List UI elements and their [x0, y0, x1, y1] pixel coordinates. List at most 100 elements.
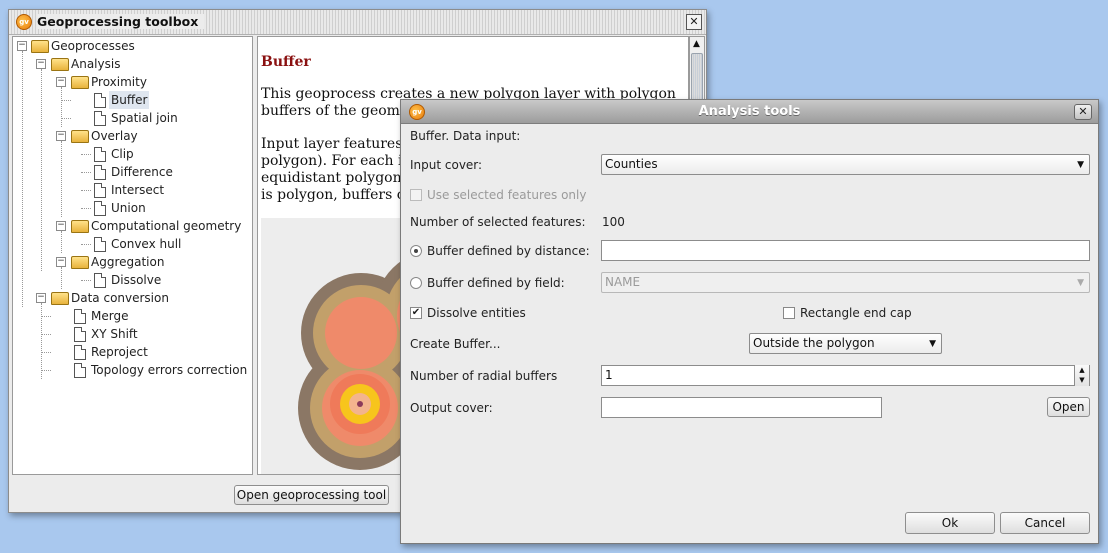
buffer-distance-input[interactable]: [601, 240, 1090, 261]
tree-node-difference[interactable]: Difference: [13, 163, 248, 181]
use-selected-label: Use selected features only: [427, 188, 587, 202]
help-paragraph-line: Input layer features c: [261, 136, 415, 152]
ok-button[interactable]: Ok: [905, 512, 995, 534]
input-cover-value: Counties: [605, 157, 658, 171]
open-output-button[interactable]: Open: [1047, 397, 1090, 417]
use-selected-checkbox[interactable]: [410, 189, 422, 201]
tree-label: Proximity: [91, 75, 147, 89]
radial-buffers-spinner[interactable]: 1 ▲ ▼: [601, 365, 1090, 386]
tree-node-reproject[interactable]: Reproject: [13, 343, 248, 361]
tree-node-xy-shift[interactable]: XY Shift: [13, 325, 248, 343]
collapse-toggle-icon[interactable]: −: [17, 41, 27, 51]
dissolve-entities-label: Dissolve entities: [427, 306, 526, 320]
chevron-down-icon: ▼: [1077, 278, 1084, 288]
tree-node-geoprocesses[interactable]: − Geoprocesses: [13, 37, 248, 55]
tree-node-overlay[interactable]: − Overlay: [13, 127, 248, 145]
collapse-toggle-icon[interactable]: −: [56, 257, 66, 267]
cancel-button[interactable]: Cancel: [1000, 512, 1090, 534]
buffer-field-select[interactable]: NAME ▼: [601, 272, 1090, 293]
tree-label: Geoprocesses: [51, 39, 135, 53]
collapse-toggle-icon[interactable]: −: [56, 131, 66, 141]
tree-label: Union: [111, 201, 146, 215]
spinner-down-arrow-icon[interactable]: ▼: [1075, 375, 1089, 385]
rectangle-end-cap-label: Rectangle end cap: [800, 306, 912, 320]
folder-open-icon: [71, 76, 89, 89]
buffer-ring: [357, 401, 363, 407]
folder-open-icon: [71, 256, 89, 269]
document-icon: [74, 309, 86, 324]
document-icon: [94, 165, 106, 180]
buffer-ring: [325, 297, 397, 369]
analysis-tools-dialog: gv Analysis tools ✕ Buffer. Data input: …: [400, 99, 1099, 544]
dissolve-entities-checkbox[interactable]: ✔: [410, 307, 422, 319]
toolbox-titlebar[interactable]: gv Geoprocessing toolbox ✕: [9, 10, 706, 35]
create-buffer-label: Create Buffer...: [410, 337, 501, 351]
tree-node-proximity[interactable]: − Proximity: [13, 73, 248, 91]
dialog-titlebar[interactable]: gv Analysis tools ✕: [401, 100, 1098, 124]
document-icon: [94, 111, 106, 126]
create-buffer-select[interactable]: Outside the polygon ▼: [749, 333, 942, 354]
folder-open-icon: [71, 130, 89, 143]
tree-node-buffer[interactable]: Buffer: [13, 91, 248, 109]
output-cover-input[interactable]: [601, 397, 882, 418]
spinner-up-arrow-icon[interactable]: ▲: [1075, 365, 1089, 375]
tree-node-data-conversion[interactable]: − Data conversion: [13, 289, 248, 307]
tree-node-spatial-join[interactable]: Spatial join: [13, 109, 248, 127]
tree-label: Aggregation: [91, 255, 165, 269]
buffer-by-field-label: Buffer defined by field:: [427, 276, 565, 290]
tree-label: Dissolve: [111, 273, 162, 287]
tree-label: Overlay: [91, 129, 138, 143]
tree-node-topology-errors-correction[interactable]: Topology errors correction: [13, 361, 248, 379]
help-paragraph-line: buffers of the geome: [261, 103, 409, 119]
input-cover-select[interactable]: Counties ▼: [601, 154, 1090, 175]
output-cover-label: Output cover:: [410, 401, 493, 415]
collapse-toggle-icon[interactable]: −: [36, 293, 46, 303]
document-icon: [94, 93, 106, 108]
app-logo-icon: gv: [16, 14, 32, 30]
tree-node-aggregation[interactable]: − Aggregation: [13, 253, 248, 271]
input-cover-label: Input cover:: [410, 158, 483, 172]
rectangle-end-cap-checkbox[interactable]: [783, 307, 795, 319]
document-icon: [74, 363, 86, 378]
tree-node-intersect[interactable]: Intersect: [13, 181, 248, 199]
document-icon: [94, 147, 106, 162]
toolbox-title: Geoprocessing toolbox: [37, 14, 205, 29]
tree-node-computational-geometry[interactable]: − Computational geometry: [13, 217, 248, 235]
tree-label-selected: Buffer: [109, 91, 150, 109]
buffer-by-distance-label: Buffer defined by distance:: [427, 244, 590, 258]
collapse-toggle-icon[interactable]: −: [56, 77, 66, 87]
tree-node-union[interactable]: Union: [13, 199, 248, 217]
geoprocess-tree: − Geoprocesses − Analysis − Proximity Bu…: [12, 36, 253, 475]
help-paragraph-line: polygon). For each in: [261, 153, 412, 169]
tree-label: Spatial join: [111, 111, 178, 125]
document-icon: [74, 345, 86, 360]
tree-label: Intersect: [111, 183, 165, 197]
tree-label: Convex hull: [111, 237, 182, 251]
tree-node-convex-hull[interactable]: Convex hull: [13, 235, 248, 253]
open-geoprocessing-tool-button[interactable]: Open geoprocessing tool: [234, 485, 389, 505]
tree-node-clip[interactable]: Clip: [13, 145, 248, 163]
dialog-close-button[interactable]: ✕: [1074, 104, 1092, 120]
chevron-down-icon: ▼: [1077, 160, 1084, 170]
help-paragraph-line: equidistant polygon w: [261, 170, 419, 186]
core-rings: [330, 374, 390, 434]
tree-node-merge[interactable]: Merge: [13, 307, 248, 325]
collapse-toggle-icon[interactable]: −: [36, 59, 46, 69]
tree-label: XY Shift: [91, 327, 138, 341]
num-selected-label: Number of selected features:: [410, 215, 586, 229]
folder-open-icon: [71, 220, 89, 233]
tree-node-analysis[interactable]: − Analysis: [13, 55, 248, 73]
document-icon: [94, 201, 106, 216]
toolbox-close-button[interactable]: ✕: [686, 14, 702, 30]
tree-label: Computational geometry: [91, 219, 242, 233]
help-paragraph-line: is polygon, buffers ca: [261, 187, 413, 203]
buffer-by-field-radio[interactable]: [410, 277, 422, 289]
collapse-toggle-icon[interactable]: −: [56, 221, 66, 231]
tree-label: Difference: [111, 165, 173, 179]
chevron-down-icon: ▼: [929, 339, 936, 349]
tree-node-dissolve[interactable]: Dissolve: [13, 271, 248, 289]
buffer-by-distance-radio[interactable]: [410, 245, 422, 257]
section-label: Buffer. Data input:: [410, 129, 521, 143]
scroll-up-arrow-icon[interactable]: ▲: [690, 38, 703, 50]
spinner-buttons[interactable]: ▲ ▼: [1074, 365, 1089, 386]
